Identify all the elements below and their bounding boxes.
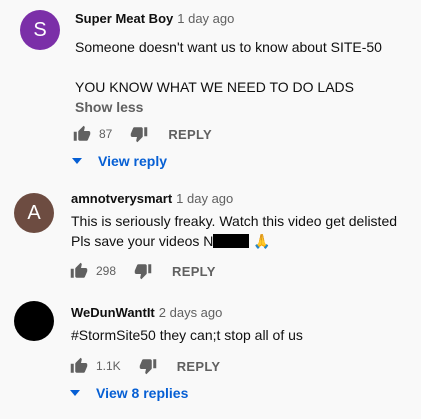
comment-text-line-with-redaction: Pls save your videos N 🙏 (71, 231, 397, 251)
comment-text-line: Someone doesn't want us to know about SI… (75, 39, 382, 55)
avatar-letter: A (27, 201, 41, 224)
comment-author[interactable]: amnotverysmart (71, 191, 172, 206)
comment-author[interactable]: Super Meat Boy (75, 11, 173, 26)
view-replies-button[interactable]: View 8 replies (70, 385, 188, 401)
like-count: 1.1K (96, 359, 121, 373)
comment-text-line: #StormSite50 they can;t stop all of us (71, 327, 303, 343)
comment-author[interactable]: WeDunWantIt (71, 305, 155, 320)
reply-button[interactable]: REPLY (177, 359, 221, 374)
like-count: 87 (99, 127, 113, 141)
thumbs-up-icon[interactable] (70, 357, 88, 375)
caret-down-icon (70, 390, 80, 396)
show-less-link[interactable]: Show less (75, 99, 382, 115)
view-replies-label: View 8 replies (96, 385, 189, 401)
avatar[interactable]: A (14, 193, 54, 233)
caret-down-icon (72, 158, 82, 164)
avatar[interactable]: S (20, 10, 60, 50)
redaction-bar (213, 234, 250, 248)
reply-button[interactable]: REPLY (168, 127, 212, 142)
comment-time[interactable]: 1 day ago (176, 191, 233, 206)
praying-hands-icon: 🙏 (253, 233, 271, 249)
comment-text-line (75, 57, 382, 77)
view-replies-label: View reply (98, 153, 168, 169)
comment-text-line: YOU KNOW WHAT WE NEED TO DO LADS (75, 79, 354, 95)
comment-text: Pls save your videos N (71, 233, 214, 249)
avatar-letter: S (33, 18, 47, 41)
thumbs-up-icon[interactable] (73, 125, 91, 143)
thumbs-down-icon[interactable] (134, 262, 152, 280)
view-replies-button[interactable]: View reply (72, 153, 167, 169)
comment-text-line: This is seriously freaky. Watch this vid… (71, 213, 398, 229)
comment-time[interactable]: 1 day ago (177, 11, 234, 26)
thumbs-up-icon[interactable] (70, 262, 88, 280)
avatar[interactable] (14, 301, 54, 341)
reply-button[interactable]: REPLY (172, 264, 216, 279)
thumbs-down-icon[interactable] (139, 357, 157, 375)
thumbs-down-icon[interactable] (130, 125, 148, 143)
like-count: 298 (96, 264, 117, 278)
comment-time[interactable]: 2 days ago (159, 305, 223, 320)
